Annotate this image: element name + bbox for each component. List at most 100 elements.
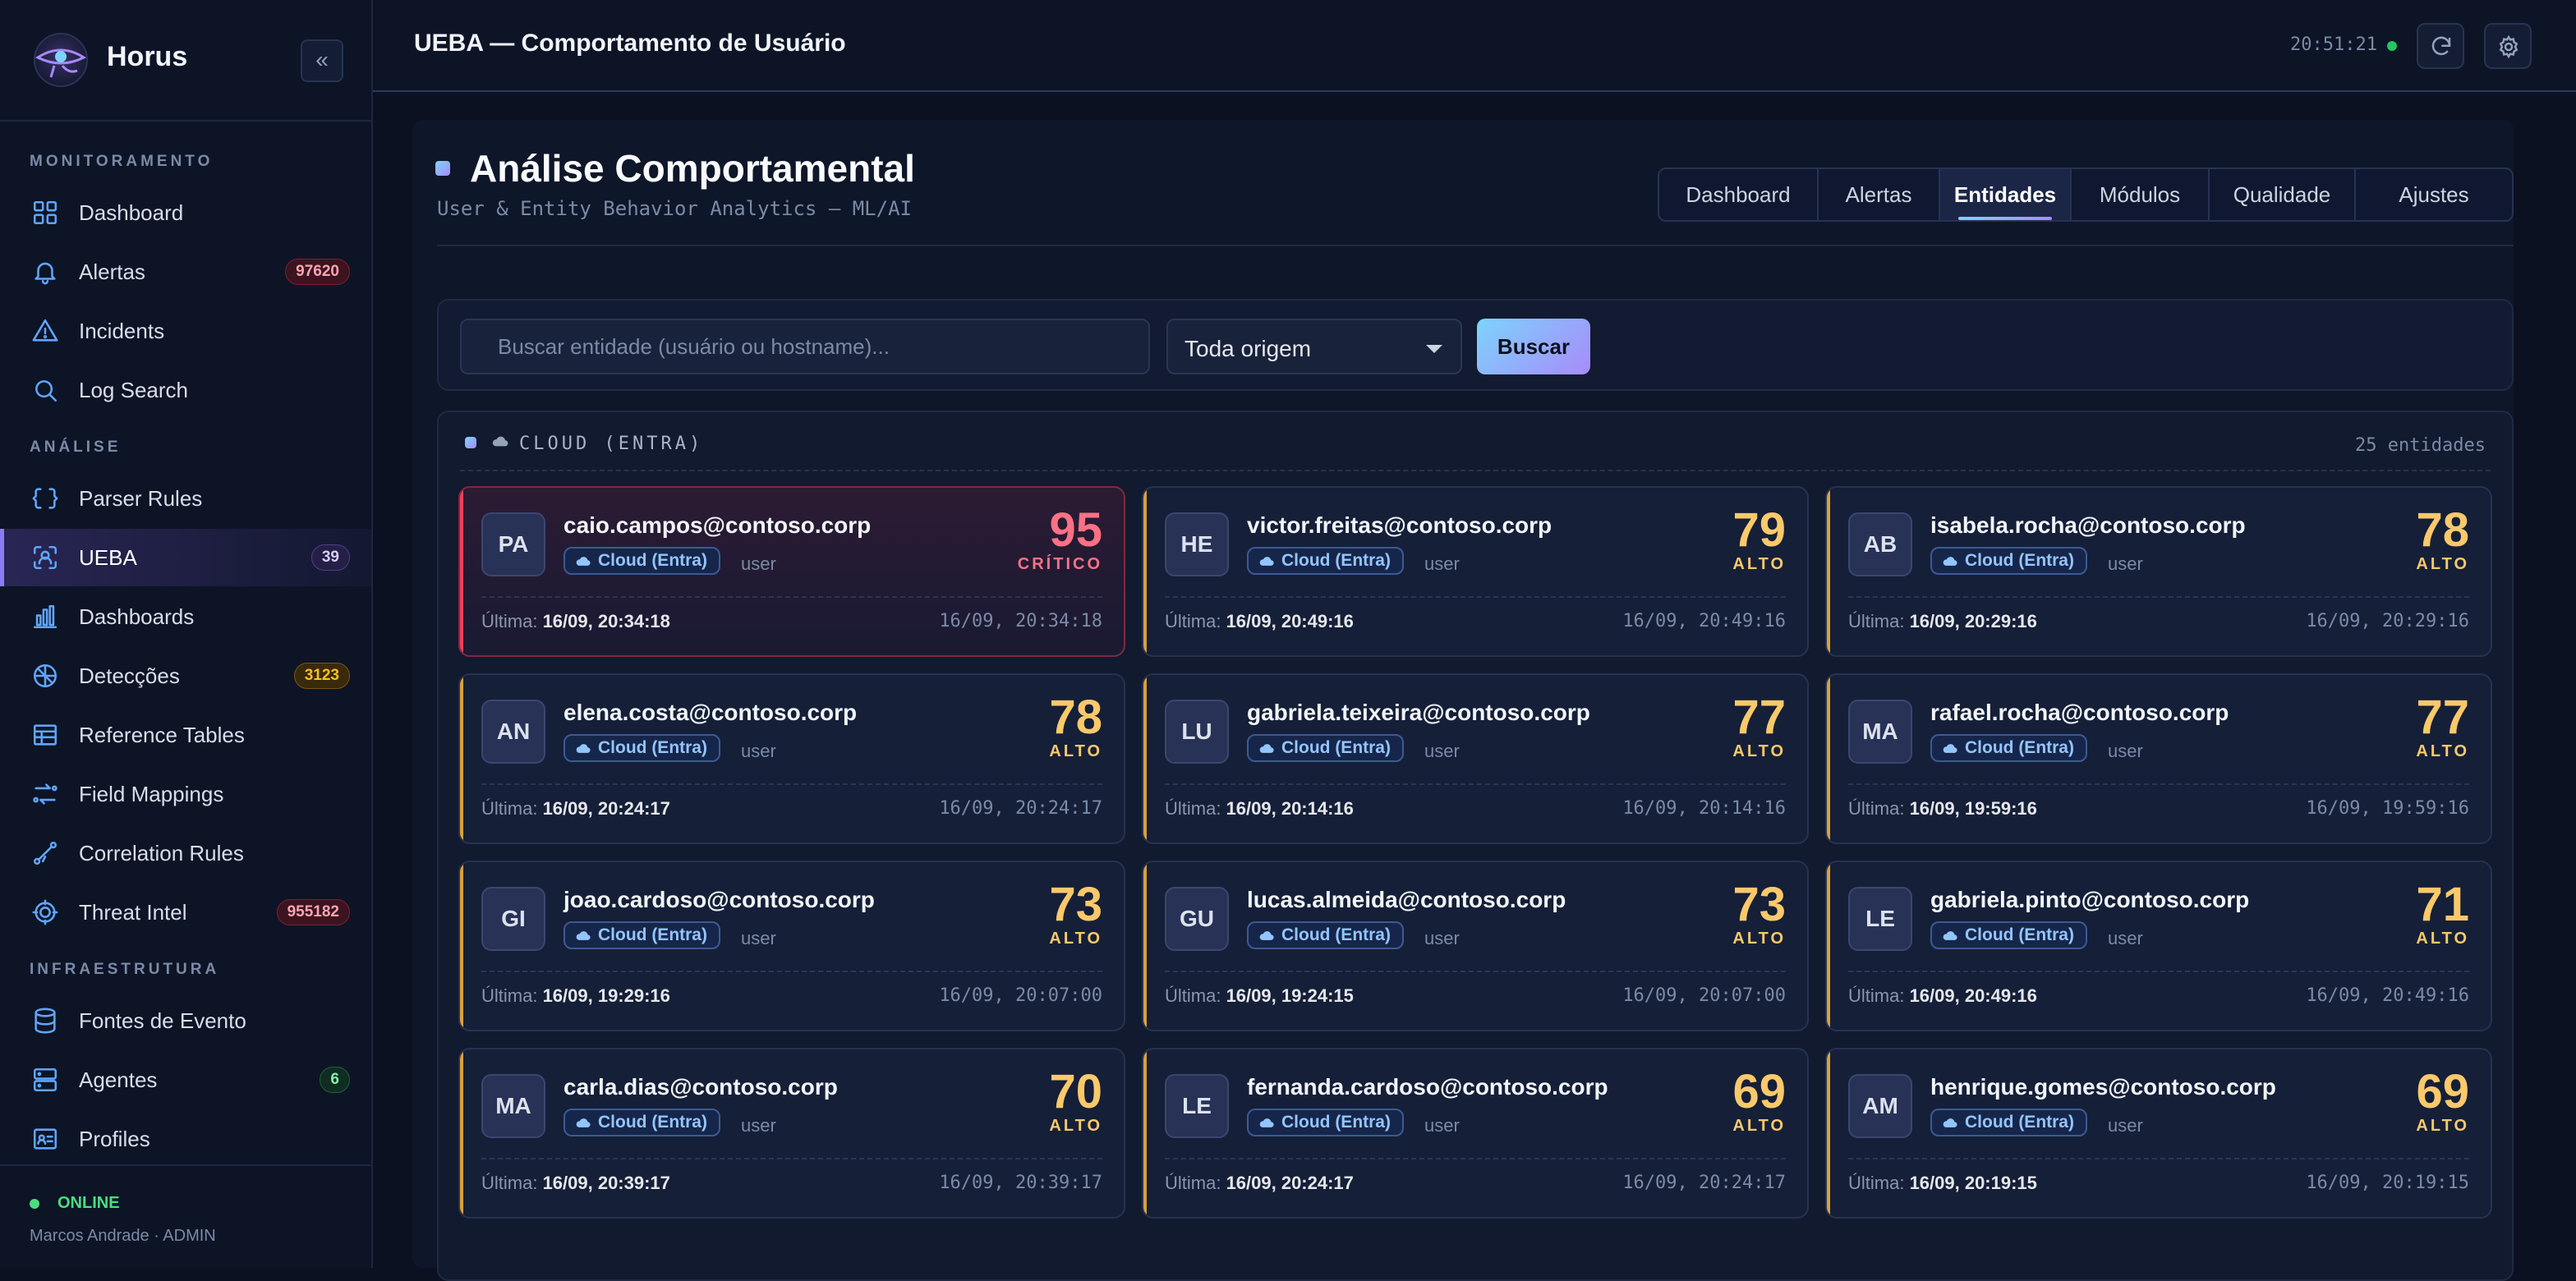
sidebar-item-correlation-rules[interactable]: Correlation Rules bbox=[0, 824, 371, 882]
last-seen-label: Última: bbox=[1848, 1173, 1910, 1193]
source-badge: Cloud (Entra) bbox=[1930, 1109, 2087, 1136]
page-title-marker bbox=[435, 161, 450, 176]
sidebar-item-parser-rules[interactable]: Parser Rules bbox=[0, 470, 371, 527]
last-seen-label: Última: bbox=[481, 611, 543, 631]
entity-card[interactable]: AN elena.costa@contoso.corp Cloud (Entra) u… bbox=[458, 673, 1125, 844]
entity-name: rafael.rocha@contoso.corp bbox=[1930, 700, 2229, 725]
cloud-icon bbox=[1943, 744, 1957, 753]
bell-icon bbox=[34, 262, 56, 285]
risk-score: 69 bbox=[2416, 1065, 2469, 1118]
entity-card[interactable]: LU gabriela.teixeira@contoso.corp Cloud (E… bbox=[1142, 673, 1809, 844]
source-badge: Cloud (Entra) bbox=[564, 921, 720, 949]
group-divider bbox=[460, 470, 2491, 471]
online-status: ONLINE bbox=[58, 1194, 120, 1212]
last-seen: Última: 16/09, 20:14:16 bbox=[1165, 798, 1354, 820]
entity-card[interactable]: HE victor.freitas@contoso.corp Cloud (Entr… bbox=[1142, 486, 1809, 657]
entity-card[interactable]: LE fernanda.cardoso@contoso.corp Cloud (En… bbox=[1142, 1048, 1809, 1219]
tab-ajustes[interactable]: Ajustes bbox=[2356, 169, 2512, 220]
origin-select[interactable]: Toda origem bbox=[1166, 319, 1462, 374]
sidebar-item-incidents[interactable]: Incidents bbox=[0, 302, 371, 360]
collapse-sidebar-button[interactable]: « bbox=[301, 39, 343, 82]
sidebar-item-dashboards[interactable]: Dashboards bbox=[0, 588, 371, 645]
scan-user-icon bbox=[33, 545, 58, 570]
sidebar-item-label: Alertas bbox=[79, 259, 145, 284]
header-divider bbox=[437, 245, 2514, 246]
source-badge: Cloud (Entra) bbox=[564, 734, 720, 762]
risk-level: ALTO bbox=[2416, 555, 2469, 573]
entity-card[interactable]: GU lucas.almeida@contoso.corp Cloud (Entra… bbox=[1142, 861, 1809, 1031]
entity-search-input[interactable] bbox=[460, 319, 1150, 374]
last-seen-label: Última: bbox=[1848, 985, 1910, 1006]
sidebar-item-label: Log Search bbox=[79, 378, 188, 402]
count-badge: 6 bbox=[320, 1067, 350, 1093]
sidebar-item-deteccoes[interactable]: Detecções 3123 bbox=[0, 647, 371, 705]
entity-card[interactable]: MA carla.dias@contoso.corp Cloud (Entra) us… bbox=[458, 1048, 1125, 1219]
entity-card[interactable]: LE gabriela.pinto@contoso.corp Cloud (Entr… bbox=[1825, 861, 2492, 1031]
entity-name: isabela.rocha@contoso.corp bbox=[1930, 512, 2246, 538]
avatar: AM bbox=[1848, 1074, 1912, 1138]
sidebar-item-threat-intel[interactable]: Threat Intel 955182 bbox=[0, 884, 371, 941]
risk-level: ALTO bbox=[1049, 742, 1102, 760]
entity-type: user bbox=[1424, 928, 1460, 948]
table-icon bbox=[33, 724, 58, 746]
last-seen: Última: 16/09, 20:49:16 bbox=[1848, 985, 2037, 1007]
sidebar-item-reference-tables[interactable]: Reference Tables bbox=[0, 706, 371, 764]
last-seen: Última: 16/09, 20:19:15 bbox=[1848, 1173, 2037, 1194]
last-seen: Última: 16/09, 19:29:16 bbox=[481, 985, 670, 1007]
updated-timestamp: 16/09, 20:34:18 bbox=[939, 611, 1102, 631]
sidebar-item-profiles[interactable]: Profiles bbox=[0, 1110, 371, 1168]
entity-type: user bbox=[1424, 1115, 1460, 1136]
sidebar-footer: ONLINE Marcos Andrade · ADMIN bbox=[0, 1164, 371, 1270]
updated-timestamp: 16/09, 20:39:17 bbox=[939, 1173, 1102, 1193]
updated-timestamp: 16/09, 20:29:16 bbox=[2306, 611, 2469, 631]
risk-level: ALTO bbox=[1732, 742, 1786, 760]
nav-section-title: MONITORAMENTO bbox=[30, 153, 214, 170]
sidebar-item-log-search[interactable]: Log Search bbox=[0, 361, 371, 419]
risk-level: ALTO bbox=[1732, 930, 1786, 948]
sidebar-item-label: Profiles bbox=[79, 1127, 150, 1151]
entity-card[interactable]: MA rafael.rocha@contoso.corp Cloud (Entra)… bbox=[1825, 673, 2492, 844]
eye-of-horus-logo bbox=[34, 33, 88, 87]
tab-entidades[interactable]: Entidades bbox=[1940, 169, 2072, 220]
source-badge: Cloud (Entra) bbox=[1247, 734, 1404, 762]
last-seen: Última: 16/09, 19:24:15 bbox=[1165, 985, 1354, 1007]
radar-icon bbox=[33, 663, 58, 688]
cloud-icon bbox=[1259, 931, 1274, 940]
last-seen-value: 16/09, 19:29:16 bbox=[542, 985, 670, 1006]
sidebar-item-dashboard[interactable]: Dashboard bbox=[0, 184, 371, 241]
sidebar-item-label: Dashboards bbox=[79, 604, 195, 629]
entity-card[interactable]: GI joao.cardoso@contoso.corp Cloud (Entra)… bbox=[458, 861, 1125, 1031]
entity-card[interactable]: AB isabela.rocha@contoso.corp Cloud (Entra… bbox=[1825, 486, 2492, 657]
group-count: 25 entidades bbox=[2355, 435, 2486, 456]
entity-type: user bbox=[741, 741, 776, 761]
risk-score: 71 bbox=[2416, 878, 2469, 931]
sidebar-item-field-mappings[interactable]: Field Mappings bbox=[0, 765, 371, 823]
last-seen-value: 16/09, 20:49:16 bbox=[1226, 611, 1354, 631]
entity-card[interactable]: AM henrique.gomes@contoso.corp Cloud (Entr… bbox=[1825, 1048, 2492, 1219]
tab-dashboard[interactable]: Dashboard bbox=[1659, 169, 1819, 220]
sidebar-item-agentes[interactable]: Agentes 6 bbox=[0, 1051, 371, 1109]
source-badge: Cloud (Entra) bbox=[564, 1109, 720, 1136]
last-seen: Última: 16/09, 20:24:17 bbox=[1165, 1173, 1354, 1194]
sidebar-item-fontes-de-evento[interactable]: Fontes de Evento bbox=[0, 992, 371, 1049]
grid-icon bbox=[33, 200, 58, 225]
entity-type: user bbox=[2108, 553, 2143, 574]
settings-button[interactable] bbox=[2484, 23, 2532, 69]
tab-qualidade[interactable]: Qualidade bbox=[2210, 169, 2356, 220]
entity-card[interactable]: PA caio.campos@contoso.corp Cloud (Entra) u… bbox=[458, 486, 1125, 657]
updated-timestamp: 16/09, 20:07:00 bbox=[939, 985, 1102, 1006]
avatar: HE bbox=[1165, 512, 1229, 576]
search-button[interactable]: Buscar bbox=[1477, 319, 1590, 374]
updated-timestamp: 16/09, 20:49:16 bbox=[2306, 985, 2469, 1006]
risk-score: 69 bbox=[1732, 1065, 1786, 1118]
sidebar-item-alertas[interactable]: Alertas 97620 bbox=[0, 243, 371, 301]
source-badge-label: Cloud (Entra) bbox=[1281, 551, 1391, 570]
entity-type: user bbox=[1424, 553, 1460, 574]
tab-alertas[interactable]: Alertas bbox=[1819, 169, 1940, 220]
sidebar-item-ueba[interactable]: UEBA 39 bbox=[0, 529, 371, 586]
online-status-dot bbox=[30, 1199, 39, 1209]
sidebar-item-label: Field Mappings bbox=[79, 782, 224, 806]
tab-modulos[interactable]: Módulos bbox=[2072, 169, 2210, 220]
sidebar-item-label: UEBA bbox=[79, 545, 137, 570]
refresh-button[interactable] bbox=[2417, 23, 2464, 69]
